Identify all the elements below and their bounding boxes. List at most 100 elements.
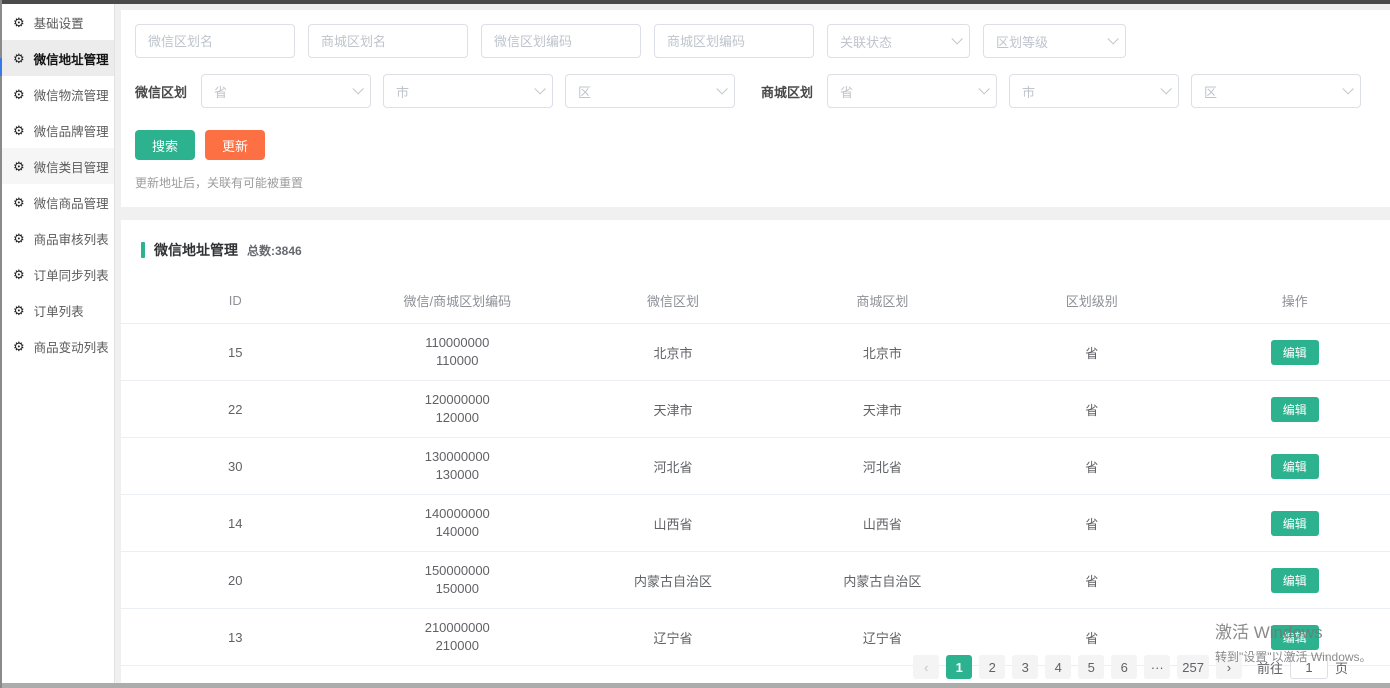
edit-button[interactable]: 编辑 (1271, 454, 1319, 479)
sidebar-item[interactable]: ⚙ 微信商品管理 (0, 184, 114, 220)
mall-code: 130000 (349, 466, 565, 484)
sidebar-item[interactable]: ⚙ 微信地址管理 (0, 40, 114, 76)
gear-icon: ⚙ (13, 196, 25, 209)
page-button[interactable]: 6 (1111, 655, 1137, 679)
data-table: ID 微信/商城区划编码 微信区划 商城区划 区划级别 操作 15 110000… (121, 278, 1390, 666)
page-button[interactable]: 2 (979, 655, 1005, 679)
wx-district-select[interactable]: 区 (565, 74, 735, 108)
ellipsis-pages[interactable]: ··· (1144, 655, 1170, 679)
cell-codes: 130000000 130000 (349, 448, 565, 484)
header-mall-region: 商城区划 (781, 291, 984, 310)
header-codes: 微信/商城区划编码 (349, 291, 565, 310)
wx-region-name-input[interactable] (135, 24, 295, 58)
table-row: 20 150000000 150000 内蒙古自治区 内蒙古自治区 省 编辑 (121, 552, 1390, 609)
sidebar-item[interactable]: ⚙ 商品审核列表 (0, 220, 114, 256)
header-level: 区划级别 (984, 291, 1200, 310)
table-header-row: ID 微信/商城区划编码 微信区划 商城区划 区划级别 操作 (121, 278, 1390, 324)
chevron-down-icon (352, 83, 363, 94)
mall-region-name-input[interactable] (308, 24, 468, 58)
table-title-row: 微信地址管理 总数:3846 (141, 240, 1390, 260)
cell-id: 14 (121, 516, 349, 531)
region-grade-placeholder: 区划等级 (996, 32, 1048, 51)
edit-button[interactable]: 编辑 (1271, 568, 1319, 593)
sidebar-item[interactable]: ⚙ 订单列表 (0, 292, 114, 328)
sidebar-item[interactable]: ⚙ 商品变动列表 (0, 328, 114, 364)
cell-level: 省 (984, 343, 1200, 362)
sidebar-item-label: 微信物流管理 (34, 85, 109, 104)
page-button[interactable]: 1 (946, 655, 972, 679)
goto-page-input[interactable] (1290, 655, 1328, 679)
wx-region-code-input[interactable] (481, 24, 641, 58)
cell-wx-region: 内蒙古自治区 (565, 571, 781, 590)
chevron-down-icon (1107, 33, 1118, 44)
edit-button[interactable]: 编辑 (1271, 625, 1319, 650)
wx-province-select[interactable]: 省 (201, 74, 371, 108)
page-button[interactable]: 3 (1012, 655, 1038, 679)
sidebar-item[interactable]: ⚙ 订单同步列表 (0, 256, 114, 292)
update-button[interactable]: 更新 (205, 130, 265, 160)
cell-mall-region: 山西省 (781, 514, 984, 533)
sidebar-item-label: 商品变动列表 (34, 337, 109, 356)
cell-wx-region: 北京市 (565, 343, 781, 362)
chevron-down-icon (951, 33, 962, 44)
gear-icon: ⚙ (13, 232, 25, 245)
sidebar-item-label: 微信类目管理 (34, 157, 109, 176)
wx-code: 120000000 (349, 391, 565, 409)
edit-button[interactable]: 编辑 (1271, 397, 1319, 422)
sidebar-item[interactable]: ⚙ 微信类目管理 (0, 148, 114, 184)
update-warning-note: 更新地址后，关联有可能被重置 (135, 174, 1378, 191)
mall-code: 120000 (349, 409, 565, 427)
wx-code: 110000000 (349, 334, 565, 352)
prev-page-button[interactable]: ‹ (913, 655, 939, 679)
sidebar-item-label: 微信地址管理 (34, 49, 109, 68)
mall-province-select[interactable]: 省 (827, 74, 997, 108)
mall-region-code-input[interactable] (654, 24, 814, 58)
search-button[interactable]: 搜索 (135, 130, 195, 160)
cell-codes: 140000000 140000 (349, 505, 565, 541)
edit-button[interactable]: 编辑 (1271, 340, 1319, 365)
cell-level: 省 (984, 514, 1200, 533)
table-title: 微信地址管理 (154, 240, 238, 260)
cell-mall-region: 河北省 (781, 457, 984, 476)
header-wx-region: 微信区划 (565, 291, 781, 310)
wx-code: 140000000 (349, 505, 565, 523)
table-row: 30 130000000 130000 河北省 河北省 省 编辑 (121, 438, 1390, 495)
wx-city-placeholder: 市 (396, 82, 409, 101)
cell-codes: 150000000 150000 (349, 562, 565, 598)
filter-row-2: 微信区划 省 市 区 商城区划 省 (135, 74, 1378, 108)
sidebar-item[interactable]: ⚙ 微信品牌管理 (0, 112, 114, 148)
sidebar-item-label: 订单同步列表 (34, 265, 109, 284)
table-row: 22 120000000 120000 天津市 天津市 省 编辑 (121, 381, 1390, 438)
edit-button[interactable]: 编辑 (1271, 511, 1319, 536)
header-actions: 操作 (1200, 291, 1390, 310)
region-grade-select[interactable]: 区划等级 (983, 24, 1126, 58)
page-button[interactable]: 4 (1045, 655, 1071, 679)
app-root: ⚙ 基础设置 ⚙ 微信地址管理 ⚙ 微信物流管理 ⚙ 微信品牌管理 ⚙ 微信类目… (0, 0, 1390, 688)
cell-level: 省 (984, 628, 1200, 647)
cell-wx-region: 辽宁省 (565, 628, 781, 647)
wx-region-group-label: 微信区划 (135, 82, 187, 101)
link-status-select[interactable]: 关联状态 (827, 24, 970, 58)
sidebar: ⚙ 基础设置 ⚙ 微信地址管理 ⚙ 微信物流管理 ⚙ 微信品牌管理 ⚙ 微信类目… (0, 4, 115, 688)
cell-codes: 210000000 210000 (349, 619, 565, 655)
mall-district-select[interactable]: 区 (1191, 74, 1361, 108)
cell-wx-region: 天津市 (565, 400, 781, 419)
page-button[interactable]: 5 (1078, 655, 1104, 679)
cell-mall-region: 天津市 (781, 400, 984, 419)
gear-icon: ⚙ (13, 52, 25, 65)
mall-code: 110000 (349, 352, 565, 370)
next-page-button[interactable]: › (1216, 655, 1242, 679)
sidebar-item[interactable]: ⚙ 基础设置 (0, 4, 114, 40)
sidebar-item[interactable]: ⚙ 微信物流管理 (0, 76, 114, 112)
main-content: 关联状态 区划等级 微信区划 省 市 区 (115, 4, 1390, 688)
gear-icon: ⚙ (13, 124, 25, 137)
wx-code: 150000000 (349, 562, 565, 580)
cell-mall-region: 内蒙古自治区 (781, 571, 984, 590)
window-left-edge (0, 0, 2, 688)
horizontal-scrollbar[interactable] (0, 683, 1390, 688)
wx-city-select[interactable]: 市 (383, 74, 553, 108)
page-buttons: 123456 (946, 655, 1137, 679)
sidebar-item-label: 微信商品管理 (34, 193, 109, 212)
last-page-button[interactable]: 257 (1177, 655, 1209, 679)
mall-city-select[interactable]: 市 (1009, 74, 1179, 108)
